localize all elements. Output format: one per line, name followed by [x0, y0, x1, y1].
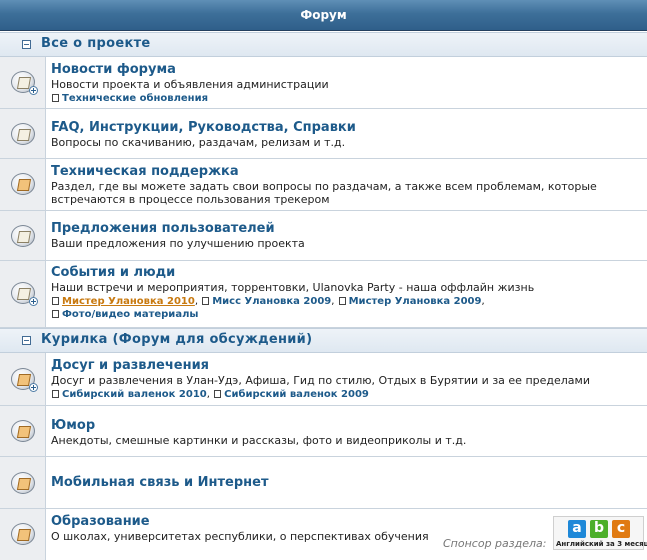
document-icon — [202, 297, 210, 305]
subforum-link[interactable]: Сибирский валенок 2010 — [62, 389, 207, 400]
sponsor-banner[interactable]: a b c Английский за 3 месяца — [553, 516, 647, 550]
forum-folder-new-icon — [11, 523, 35, 545]
banner-letter-c: c — [612, 520, 630, 538]
forum-header-title: Форум — [300, 8, 347, 22]
forum-row-support: Техническая поддержка Раздел, где вы мож… — [0, 159, 647, 211]
forum-description-line: встречаются в процессе пользования треке… — [51, 193, 330, 206]
forum-folder-icon — [11, 225, 35, 247]
forum-row-suggestions: Предложения пользователей Ваши предложен… — [0, 211, 647, 261]
category-title[interactable]: Курилка (Форум для обсуждений) — [41, 332, 312, 347]
forum-folder-new-icon — [11, 173, 35, 195]
forum-icon-cell — [0, 57, 46, 108]
forum-row-education: Образование О школах, университетах респ… — [0, 509, 647, 560]
forum-folder-icon — [11, 123, 35, 145]
category-row-lounge: Курилка (Форум для обсуждений) — [0, 328, 647, 353]
forum-description: Вопросы по скачиванию, раздачам, релизам… — [51, 136, 346, 149]
forum-description: Анекдоты, смешные картинки и рассказы, ф… — [51, 434, 467, 447]
forum-icon-cell — [0, 353, 46, 405]
forum-row-faq: FAQ, Инструкции, Руководства, Справки Во… — [0, 109, 647, 159]
forum-title[interactable]: События и люди — [51, 265, 641, 280]
document-icon — [338, 297, 346, 305]
forum-title[interactable]: Предложения пользователей — [51, 221, 641, 236]
subforum-link[interactable]: Технические обновления — [62, 93, 208, 104]
forum-title[interactable]: Юмор — [51, 418, 641, 433]
forum-description: Новости проекта и объявления администрац… — [51, 78, 329, 91]
subforum-link[interactable]: Мистер Улановка 2009 — [349, 296, 482, 307]
forum-description: Наши встречи и мероприятия, торрентовки,… — [51, 281, 535, 294]
subforum-link[interactable]: Мисс Улановка 2009 — [212, 296, 331, 307]
collapse-toggle-icon[interactable] — [22, 336, 31, 345]
subforum-link[interactable]: Мистер Улановка 2010 — [62, 296, 195, 307]
forum-title[interactable]: FAQ, Инструкции, Руководства, Справки — [51, 120, 641, 135]
forum-icon-cell — [0, 261, 46, 327]
forum-row-mobile: Мобильная связь и Интернет — [0, 457, 647, 509]
document-icon — [52, 390, 59, 398]
forum-title[interactable]: Мобильная связь и Интернет — [51, 475, 641, 490]
banner-letter-a: a — [568, 520, 586, 538]
forum-description: Досуг и развлечения в Улан-Удэ, Афиша, Г… — [51, 374, 590, 387]
subforum-link[interactable]: Сибирский валенок 2009 — [224, 389, 369, 400]
banner-letter-b: b — [590, 520, 608, 538]
forum-icon-cell — [0, 406, 46, 456]
forum-row-news: Новости форума Новости проекта и объявле… — [0, 57, 647, 109]
banner-caption: Английский за 3 месяца — [556, 540, 647, 548]
forum-row-humor: Юмор Анекдоты, смешные картинки и расска… — [0, 406, 647, 457]
forum-icon-cell — [0, 109, 46, 158]
forum-icon-cell — [0, 509, 46, 560]
document-icon — [214, 390, 222, 398]
forum-folder-new-icon — [11, 420, 35, 442]
forum-folder-new-icon — [11, 472, 35, 494]
forum-icon-cell — [0, 159, 46, 210]
document-icon — [52, 94, 59, 102]
forum-row-leisure: Досуг и развлечения Досуг и развлечения … — [0, 353, 647, 406]
forum-row-events: События и люди Наши встречи и мероприяти… — [0, 261, 647, 328]
document-icon — [52, 310, 59, 318]
forum-icon-cell — [0, 211, 46, 260]
forum-header: Форум — [0, 0, 647, 31]
forum-description: Ваши предложения по улучшению проекта — [51, 237, 305, 250]
forum-title[interactable]: Техническая поддержка — [51, 164, 641, 179]
category-row-about: Все о проекте — [0, 32, 647, 57]
document-icon — [52, 297, 59, 305]
forum-description-line: Раздел, где вы можете задать свои вопрос… — [51, 180, 597, 193]
forum-folder-icon — [11, 71, 38, 95]
subforum-link[interactable]: Фото/видео материалы — [62, 309, 198, 320]
forum-icon-cell — [0, 457, 46, 508]
collapse-toggle-icon[interactable] — [22, 40, 31, 49]
forum-title[interactable]: Новости форума — [51, 62, 641, 77]
forum-folder-new-icon — [11, 368, 38, 392]
category-title[interactable]: Все о проекте — [41, 36, 151, 51]
sponsor-label: Спонсор раздела: — [443, 537, 547, 550]
forum-title[interactable]: Досуг и развлечения — [51, 358, 641, 373]
forum-folder-icon — [11, 282, 38, 306]
